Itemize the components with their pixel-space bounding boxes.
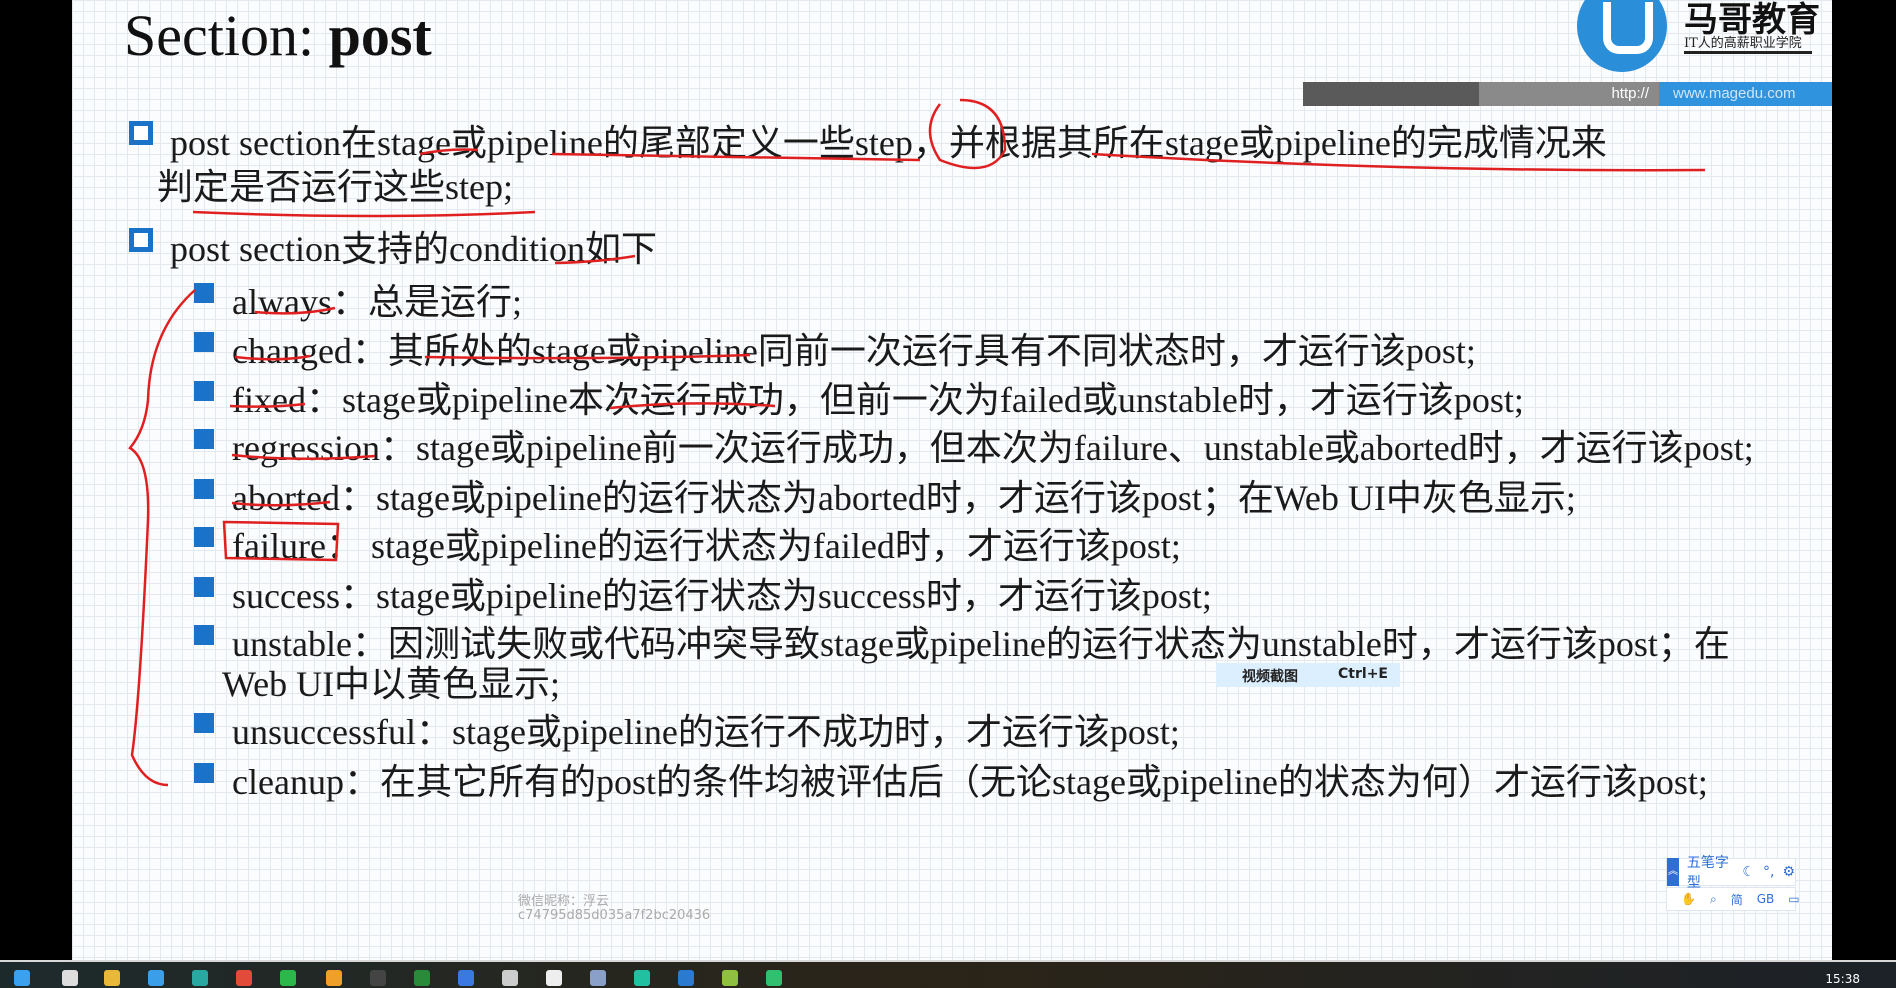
app-icon[interactable] bbox=[722, 970, 738, 986]
app-icon[interactable] bbox=[148, 970, 164, 986]
clock[interactable]: 15:38 bbox=[1825, 972, 1860, 986]
keyboard-icon[interactable]: ▭ bbox=[1788, 892, 1799, 906]
ime-toolbar[interactable]: ︽ 五笔字型 ☾ °, ⚙ ✋ ⌕ 简 GB ▭ bbox=[1666, 855, 1800, 911]
red-annotations bbox=[128, 98, 1706, 787]
app-icon[interactable] bbox=[546, 970, 562, 986]
app-icon[interactable] bbox=[766, 970, 782, 986]
folder-icon[interactable] bbox=[104, 970, 120, 986]
annotation-box bbox=[222, 520, 340, 562]
search-icon[interactable]: ⌕ bbox=[1710, 892, 1717, 907]
edge-icon[interactable] bbox=[192, 970, 208, 986]
annotation-underline bbox=[229, 402, 776, 410]
moon-icon[interactable]: ☾ bbox=[1742, 864, 1755, 880]
gear-icon[interactable]: ⚙ bbox=[1782, 864, 1795, 880]
app-icon[interactable] bbox=[326, 970, 342, 986]
app-icon[interactable] bbox=[62, 970, 78, 986]
annotation-underline bbox=[1091, 152, 1706, 172]
annotation-underline bbox=[192, 210, 536, 218]
annotation-underline bbox=[234, 353, 751, 361]
annotation-underline bbox=[254, 306, 336, 315]
annotation-underline bbox=[551, 152, 921, 162]
punct-toggle[interactable]: °, bbox=[1763, 864, 1774, 880]
collapse-icon[interactable]: ︽ bbox=[1667, 858, 1679, 886]
annotation-circle bbox=[928, 98, 1007, 170]
annotation-underline bbox=[554, 254, 636, 265]
terminal-icon[interactable] bbox=[370, 970, 386, 986]
chrome-icon[interactable] bbox=[236, 970, 252, 986]
hand-icon[interactable]: ✋ bbox=[1681, 892, 1696, 906]
start-icon[interactable] bbox=[14, 970, 30, 986]
charset-toggle[interactable]: GB bbox=[1757, 892, 1775, 906]
app-icon[interactable] bbox=[634, 970, 650, 986]
app-icon[interactable] bbox=[678, 970, 694, 986]
app-icon[interactable] bbox=[414, 970, 430, 986]
app-icon[interactable] bbox=[502, 970, 518, 986]
annotation-underline bbox=[231, 453, 376, 460]
annotation-underline bbox=[231, 500, 331, 507]
annotation-underline bbox=[419, 148, 479, 156]
app-icon[interactable] bbox=[458, 970, 474, 986]
simplified-toggle[interactable]: 简 bbox=[1731, 891, 1743, 908]
annotation-brace bbox=[128, 289, 196, 787]
ime-mode[interactable]: 五笔字型 bbox=[1687, 852, 1735, 892]
app-icon[interactable] bbox=[590, 970, 606, 986]
wechat-icon[interactable] bbox=[280, 970, 296, 986]
